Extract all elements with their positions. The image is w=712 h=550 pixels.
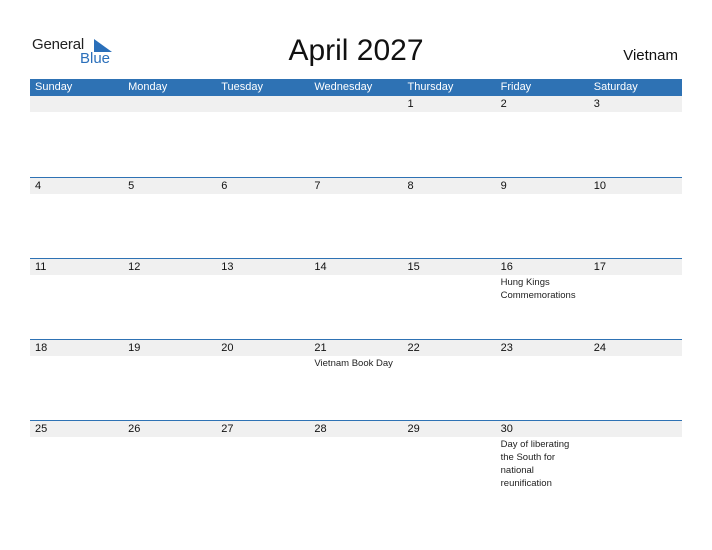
day-number: 17	[593, 261, 606, 273]
day-cell[interactable]: 29	[403, 420, 496, 490]
day-number: 3	[593, 98, 600, 110]
holiday-label: Vietnam Book Day	[314, 358, 393, 369]
day-cell[interactable]: 16 Hung Kings Commemorations	[496, 258, 589, 302]
day-cell[interactable]: 8	[403, 177, 496, 195]
day-cell[interactable]: 23	[496, 339, 589, 370]
day-cell[interactable]: 18	[30, 339, 123, 370]
day-cell[interactable]	[589, 420, 682, 490]
country-label: Vietnam	[623, 47, 678, 64]
day-cell[interactable]: 3	[589, 95, 682, 113]
week-row: 11 12 13 14 15 16 Hung Kings Commemorations 17	[30, 258, 682, 339]
day-number	[314, 95, 402, 113]
day-cell[interactable]: 24	[589, 339, 682, 370]
day-cell[interactable]: 6	[216, 177, 309, 195]
day-number: 27	[221, 423, 234, 435]
day-number	[594, 420, 682, 438]
day-number: 10	[593, 180, 606, 192]
day-number: 18	[35, 342, 48, 354]
weekday-monday: Monday	[128, 81, 168, 93]
day-number: 23	[500, 342, 513, 354]
day-cell[interactable]: 22	[403, 339, 496, 370]
day-number: 7	[314, 180, 321, 192]
day-cell[interactable]: 5	[123, 177, 216, 195]
day-cell[interactable]: 2	[496, 95, 589, 113]
day-cell[interactable]: 15	[403, 258, 496, 302]
day-cell[interactable]: 11	[30, 258, 123, 302]
day-number: 9	[500, 180, 507, 192]
day-number: 21	[314, 342, 327, 354]
day-cell[interactable]	[309, 95, 402, 113]
weekday-sunday: Sunday	[35, 81, 73, 93]
week-row: 4 5 6 7 8 9 10	[30, 177, 682, 258]
week-row: 1 2 3	[30, 96, 682, 177]
day-cell[interactable]: 9	[496, 177, 589, 195]
day-number	[221, 95, 309, 113]
day-cell[interactable]: 26	[123, 420, 216, 490]
day-cell[interactable]: 27	[216, 420, 309, 490]
page-title: April 2027	[288, 34, 424, 67]
day-cell[interactable]: 12	[123, 258, 216, 302]
day-number	[35, 95, 123, 113]
day-number: 5	[128, 180, 135, 192]
day-number: 6	[221, 180, 228, 192]
weekday-saturday: Saturday	[593, 81, 638, 93]
holiday-label: Hung Kings Commemorations	[500, 277, 576, 301]
day-cell[interactable]	[123, 95, 216, 113]
day-cell[interactable]: 28	[309, 420, 402, 490]
day-number: 8	[407, 180, 414, 192]
weekday-header: Sunday Monday Tuesday Wednesday Thursday…	[30, 79, 682, 96]
day-cell[interactable]: 4	[30, 177, 123, 195]
day-cell[interactable]: 1	[403, 95, 496, 113]
day-number: 25	[35, 423, 48, 435]
day-number: 11	[35, 261, 47, 273]
weekday-friday: Friday	[500, 81, 532, 93]
day-number: 16	[500, 261, 513, 273]
day-number: 2	[500, 98, 507, 110]
day-number: 12	[128, 261, 141, 273]
day-cell[interactable]: 14	[309, 258, 402, 302]
day-number: 13	[221, 261, 234, 273]
week-row: 18 19 20 21 Vietnam Book Day 22 23 24	[30, 339, 682, 420]
day-cell[interactable]: 20	[216, 339, 309, 370]
day-number: 26	[128, 423, 141, 435]
day-cell[interactable]: 25	[30, 420, 123, 490]
day-number	[128, 95, 216, 113]
day-cell[interactable]: 19	[123, 339, 216, 370]
day-number: 22	[407, 342, 420, 354]
week-row: 25 26 27 28 29 30 Day of liberating the South …	[30, 420, 682, 501]
day-number: 30	[500, 423, 513, 435]
day-number: 15	[407, 261, 420, 273]
day-number: 14	[314, 261, 327, 273]
day-cell[interactable]: 17	[589, 258, 682, 302]
day-number: 24	[593, 342, 606, 354]
day-cell[interactable]: 21 Vietnam Book Day	[309, 339, 402, 370]
day-cell[interactable]: 7	[309, 177, 402, 195]
day-cell[interactable]	[30, 95, 123, 113]
day-number: 19	[128, 342, 141, 354]
day-number: 4	[35, 180, 42, 192]
holiday-label: Day of liberating the South for national…	[500, 439, 570, 489]
day-number: 28	[314, 423, 327, 435]
day-number: 20	[221, 342, 234, 354]
weekday-wednesday: Wednesday	[314, 81, 373, 93]
weekday-thursday: Thursday	[407, 81, 454, 93]
day-cell[interactable]: 30 Day of liberating the South for nation…	[496, 420, 589, 490]
day-number: 29	[407, 423, 420, 435]
day-number: 1	[407, 98, 414, 110]
day-cell[interactable]	[216, 95, 309, 113]
day-cell[interactable]: 13	[216, 258, 309, 302]
weekday-tuesday: Tuesday	[221, 81, 264, 93]
day-cell[interactable]: 10	[589, 177, 682, 195]
